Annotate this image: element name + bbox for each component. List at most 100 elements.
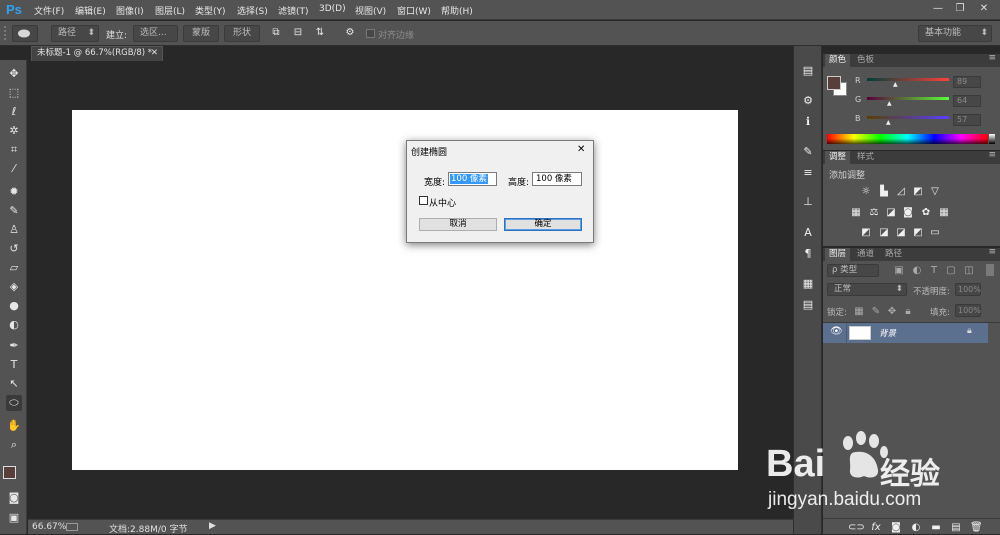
- green-value[interactable]: 64: [953, 95, 981, 107]
- move-tool-icon[interactable]: ✥: [6, 66, 22, 82]
- hue-saturation-icon[interactable]: ▦: [850, 207, 862, 218]
- zoom-level[interactable]: 66.67%: [32, 522, 66, 532]
- filter-adjustment-icon[interactable]: ◐: [911, 265, 923, 276]
- menu-layer[interactable]: 图层(L): [155, 4, 185, 17]
- filter-shape-icon[interactable]: ▢: [945, 265, 957, 276]
- document-tab[interactable]: 未标题-1 @ 66.7%(RGB/8) * ✕: [31, 46, 163, 61]
- selective-color-icon[interactable]: ◩: [912, 227, 924, 238]
- tab-channels[interactable]: 通道: [853, 248, 878, 261]
- dodge-tool-icon[interactable]: ◐: [6, 317, 22, 333]
- zoom-tool-icon[interactable]: ⌕: [6, 437, 22, 453]
- green-slider[interactable]: [867, 97, 949, 100]
- quick-mask-icon[interactable]: ◙: [6, 490, 22, 506]
- threshold-icon[interactable]: ◪: [895, 227, 907, 238]
- blue-value[interactable]: 57: [953, 114, 981, 126]
- menu-help[interactable]: 帮助(H): [441, 4, 473, 17]
- menu-edit[interactable]: 编辑(E): [75, 4, 106, 17]
- hand-tool-icon[interactable]: ✋: [6, 418, 22, 434]
- color-spectrum-ramp[interactable]: [827, 134, 988, 144]
- brightness-contrast-icon[interactable]: ☼: [860, 186, 872, 197]
- menu-filter[interactable]: 滤镜(T): [278, 4, 309, 17]
- menu-select[interactable]: 选择(S): [237, 4, 268, 17]
- tab-adjustments[interactable]: 调整: [825, 151, 851, 164]
- pen-tool-icon[interactable]: ✒: [6, 338, 22, 354]
- minimize-icon[interactable]: —: [929, 2, 947, 16]
- menu-type[interactable]: 类型(Y): [195, 4, 226, 17]
- menu-window[interactable]: 窗口(W): [397, 4, 431, 17]
- red-value[interactable]: 89: [953, 76, 981, 88]
- close-icon[interactable]: ✕: [975, 2, 993, 16]
- menu-file[interactable]: 文件(F): [34, 4, 64, 17]
- document-canvas[interactable]: [72, 110, 738, 470]
- gradient-map-icon[interactable]: ▭: [929, 227, 941, 238]
- invert-icon[interactable]: ◩: [860, 227, 872, 238]
- from-center-checkbox[interactable]: [419, 196, 428, 205]
- tab-swatches[interactable]: 色板: [853, 54, 878, 67]
- ok-button[interactable]: 确定: [504, 218, 582, 231]
- visibility-eye-icon[interactable]: 👁︎: [830, 326, 843, 337]
- path-alignment-icon[interactable]: ⊟: [291, 26, 305, 40]
- levels-icon[interactable]: ▙: [878, 186, 890, 197]
- cancel-button[interactable]: 取消: [419, 218, 497, 231]
- history-brush-tool-icon[interactable]: ↺: [6, 241, 22, 257]
- workspace-select[interactable]: 基本功能 ⬍: [918, 25, 992, 42]
- opacity-input[interactable]: 100%: [955, 283, 981, 296]
- magic-wand-tool-icon[interactable]: ✲: [6, 123, 22, 139]
- eyedropper-tool-icon[interactable]: ⁄: [6, 161, 22, 177]
- eraser-tool-icon[interactable]: ▱: [6, 260, 22, 276]
- character-panel-icon[interactable]: A: [800, 226, 816, 240]
- status-menu-arrow-icon[interactable]: ▶: [209, 521, 216, 531]
- color-balance-icon[interactable]: ⚖: [868, 207, 880, 218]
- path-operations-icon[interactable]: ⧉: [269, 26, 283, 40]
- lock-transparent-icon[interactable]: ▦: [853, 306, 865, 317]
- foreground-color-swatch[interactable]: [3, 466, 16, 479]
- path-arrangement-icon[interactable]: ⇅: [313, 26, 327, 40]
- align-edges-checkbox[interactable]: [366, 29, 375, 38]
- screen-mode-icon[interactable]: ▣: [6, 510, 22, 526]
- mask-button[interactable]: 蒙版: [183, 25, 219, 42]
- brush-tool-icon[interactable]: ✎: [6, 203, 22, 219]
- slider-thumb-icon[interactable]: ▲: [887, 100, 892, 107]
- menu-3d[interactable]: 3D(D): [319, 4, 346, 14]
- panel-menu-icon[interactable]: ≡: [988, 150, 996, 160]
- tool-preset-picker[interactable]: [12, 25, 38, 42]
- shape-button[interactable]: 形状: [224, 25, 260, 42]
- width-input[interactable]: 100 像素: [448, 172, 497, 186]
- type-tool-icon[interactable]: T: [6, 357, 22, 373]
- layer-name[interactable]: 背景: [879, 327, 896, 339]
- history-panel-icon[interactable]: ▤: [800, 64, 816, 78]
- lasso-tool-icon[interactable]: ℓ: [6, 104, 22, 120]
- blend-mode-select[interactable]: 正常 ⬍: [827, 283, 907, 296]
- layer-row-background[interactable]: 👁︎ 背景 🔒︎: [823, 323, 988, 343]
- mode-select[interactable]: 路径 ⬍: [51, 25, 99, 42]
- path-selection-tool-icon[interactable]: ↖: [6, 376, 22, 392]
- actions-panel-icon[interactable]: ▦: [800, 277, 816, 291]
- black-white-icon[interactable]: ◪: [885, 207, 897, 218]
- slider-thumb-icon[interactable]: ▲: [893, 81, 898, 88]
- vibrance-icon[interactable]: ▽: [929, 186, 941, 197]
- brush-presets-icon[interactable]: ≡: [800, 166, 816, 180]
- filter-pixel-icon[interactable]: ▣: [893, 265, 905, 276]
- restore-icon[interactable]: ❐: [951, 2, 969, 16]
- panel-menu-icon[interactable]: ≡: [988, 247, 996, 257]
- clone-source-icon[interactable]: ⊥: [800, 195, 816, 209]
- filter-type-icon[interactable]: T: [928, 265, 940, 276]
- close-tab-icon[interactable]: ✕: [151, 47, 158, 60]
- channel-mixer-icon[interactable]: ✿: [920, 207, 932, 218]
- dialog-close-icon[interactable]: ✕: [577, 144, 585, 155]
- tab-styles[interactable]: 样式: [853, 151, 878, 164]
- tab-layers[interactable]: 图层: [825, 248, 851, 261]
- exposure-icon[interactable]: ◩: [912, 186, 924, 197]
- blue-slider[interactable]: [867, 116, 949, 119]
- menu-view[interactable]: 视图(V): [355, 4, 386, 17]
- filter-smart-object-icon[interactable]: ◫: [963, 265, 975, 276]
- color-lookup-icon[interactable]: ▦: [938, 207, 950, 218]
- height-input[interactable]: 100 像素: [532, 172, 582, 186]
- layer-filter-select[interactable]: ρ 类型: [827, 264, 879, 277]
- from-center-label[interactable]: 从中心: [429, 196, 456, 209]
- lock-position-icon[interactable]: ✥: [886, 306, 898, 317]
- brush-panel-icon[interactable]: ✎: [800, 145, 816, 159]
- clone-stamp-tool-icon[interactable]: ♙: [6, 222, 22, 238]
- crop-tool-icon[interactable]: ⌗: [6, 142, 22, 158]
- slider-thumb-icon[interactable]: ▲: [886, 119, 891, 126]
